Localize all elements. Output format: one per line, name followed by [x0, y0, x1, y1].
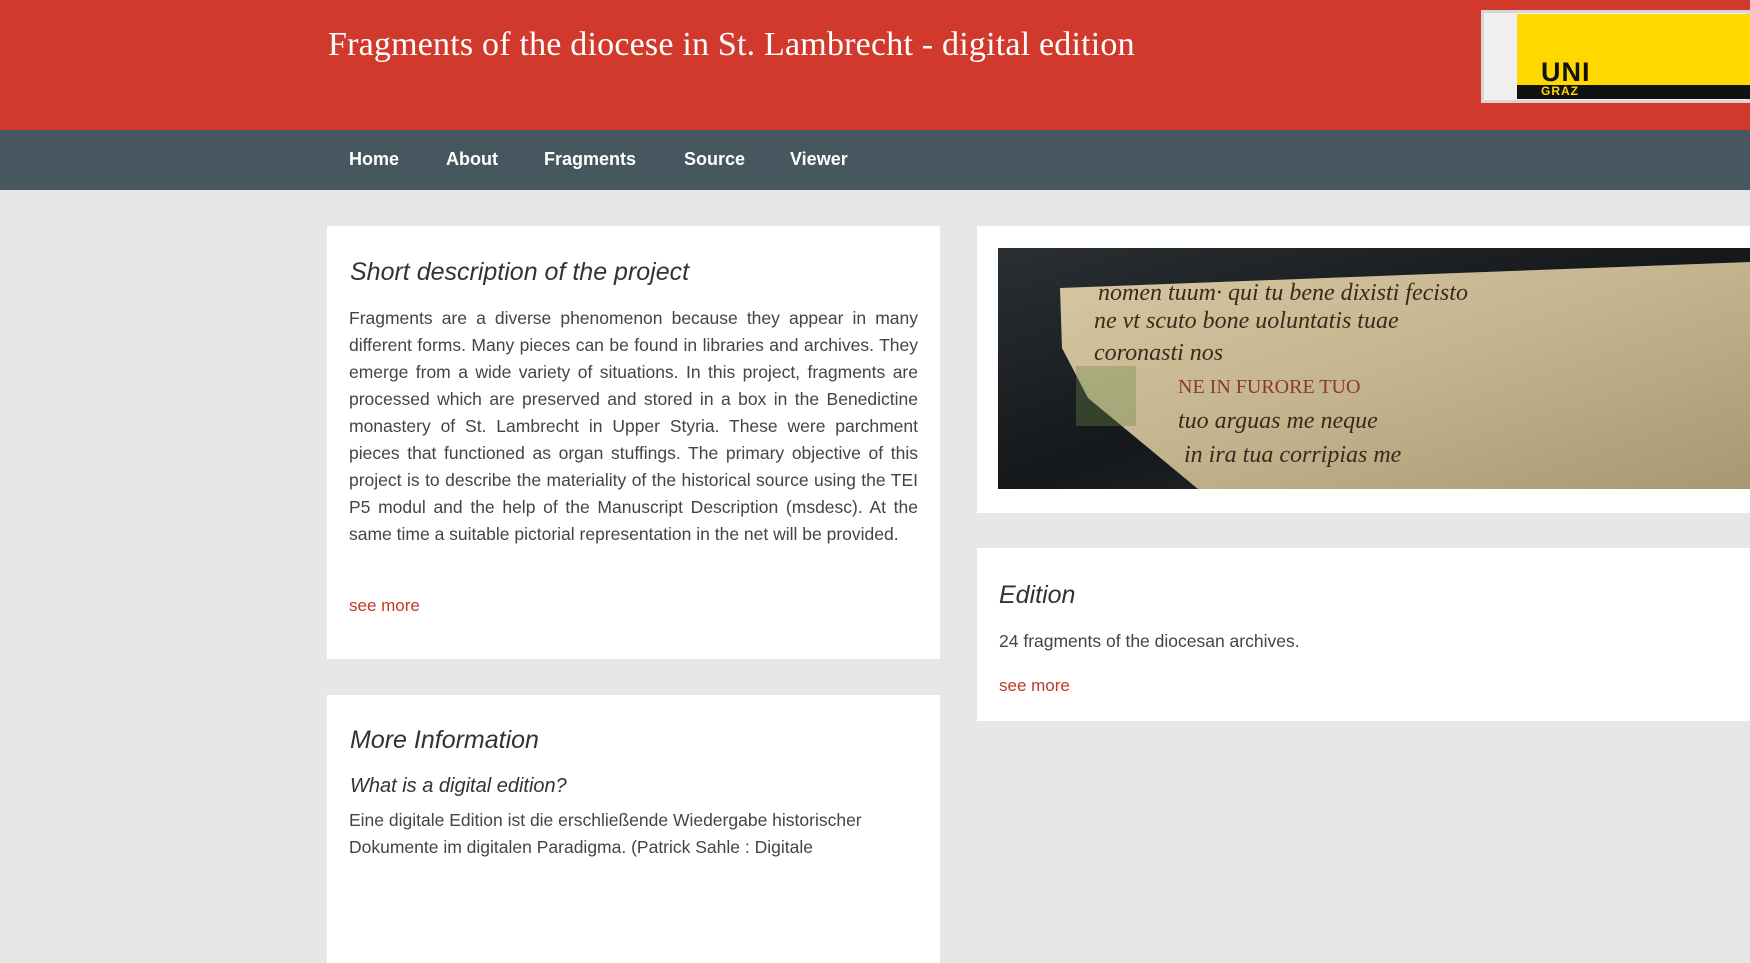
more-info-subtitle: What is a digital edition?	[350, 775, 567, 797]
edition-text: 24 fragments of the diocesan archives.	[999, 631, 1300, 651]
parchment-line: in ira tua corripias me	[1184, 442, 1402, 468]
illuminated-initial	[1076, 366, 1136, 426]
university-logo[interactable]: UNI GRAZ	[1517, 14, 1750, 99]
nav-item-source[interactable]: Source	[684, 149, 745, 170]
fragment-photo[interactable]: nomen tuum· qui tu bene dixisti fecisto …	[998, 248, 1750, 489]
logo-subtext: GRAZ	[1541, 84, 1579, 98]
parchment-line: NE IN FURORE TUO	[1178, 376, 1361, 398]
description-see-more-link[interactable]: see more	[349, 596, 420, 616]
description-text: Fragments are a diverse phenomenon becau…	[349, 308, 918, 544]
edition-card: Edition 24 fragments of the diocesan arc…	[977, 548, 1750, 721]
parchment-line: ne vt scuto bone uoluntatis tuae	[1094, 308, 1399, 334]
more-info-title: More Information	[350, 726, 539, 754]
nav-item-fragments[interactable]: Fragments	[544, 149, 636, 170]
parchment-line: nomen tuum· qui tu bene dixisti fecisto	[1098, 280, 1468, 306]
site-title[interactable]: Fragments of the diocese in St. Lambrech…	[328, 26, 1135, 64]
nav-item-about[interactable]: About	[446, 149, 498, 170]
parchment-line: coronasti nos	[1094, 340, 1224, 366]
nav-item-viewer[interactable]: Viewer	[790, 149, 848, 170]
description-title: Short description of the project	[350, 258, 690, 286]
edition-see-more-link[interactable]: see more	[999, 676, 1070, 696]
logo-bar: GRAZ	[1517, 84, 1750, 99]
main-nav: Home About Fragments Source Viewer	[0, 130, 1750, 190]
edition-title: Edition	[999, 581, 1076, 609]
nav-item-home[interactable]: Home	[349, 149, 399, 170]
more-info-card: More Information What is a digital editi…	[327, 695, 940, 963]
more-info-text: Eine digitale Edition ist die erschließe…	[349, 810, 862, 857]
description-card: Short description of the project Fragmen…	[327, 226, 940, 659]
parchment-line: tuo arguas me neque	[1178, 408, 1378, 434]
logo-text: UNI	[1541, 57, 1591, 87]
